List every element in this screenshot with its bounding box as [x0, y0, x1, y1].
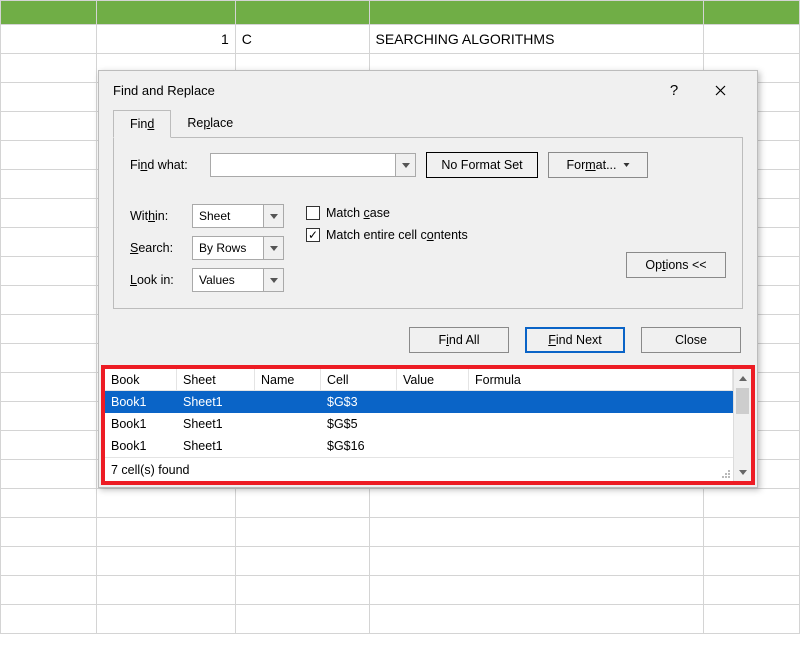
find-next-button[interactable]: Find Next	[525, 327, 625, 353]
tab-replace[interactable]: Replace	[171, 110, 249, 138]
results-status: 7 cell(s) found	[105, 457, 733, 481]
tab-find[interactable]: Find	[113, 110, 171, 138]
results-header[interactable]: Book Sheet Name Cell Value Formula	[105, 369, 733, 391]
cell-c2[interactable]: C	[235, 25, 369, 54]
scrollbar-thumb[interactable]	[736, 388, 749, 414]
chevron-down-icon[interactable]	[263, 269, 283, 291]
find-what-input[interactable]	[210, 153, 416, 177]
close-button[interactable]: Close	[641, 327, 741, 353]
within-select[interactable]: Sheet	[192, 204, 284, 228]
scroll-up-icon[interactable]	[734, 369, 751, 387]
col-cell[interactable]: Cell	[321, 369, 397, 390]
col-sheet[interactable]: Sheet	[177, 369, 255, 390]
col-book[interactable]: Book	[105, 369, 177, 390]
chevron-down-icon[interactable]	[263, 205, 283, 227]
find-all-button[interactable]: Find All	[409, 327, 509, 353]
match-entire-label: Match entire cell contents	[326, 228, 468, 242]
find-replace-dialog: Find and Replace ? Find Replace Find wha…	[98, 70, 758, 488]
match-case-label: Match case	[326, 206, 390, 220]
find-what-dropdown-icon[interactable]	[395, 154, 415, 176]
within-label: Within:	[130, 209, 182, 223]
find-what-label: Find what:	[130, 158, 200, 172]
results-panel: Book Sheet Name Cell Value Formula Book1…	[101, 365, 755, 485]
format-button[interactable]: Format...	[548, 152, 648, 178]
results-row[interactable]: Book1 Sheet1 $G$3	[105, 391, 733, 413]
resize-grip-icon[interactable]	[719, 467, 731, 479]
results-row[interactable]: Book1 Sheet1 $G$5	[105, 413, 733, 435]
options-button[interactable]: Options <<	[626, 252, 726, 278]
col-value[interactable]: Value	[397, 369, 469, 390]
help-button[interactable]: ?	[651, 71, 697, 109]
dialog-titlebar[interactable]: Find and Replace ?	[99, 71, 757, 109]
lookin-label: Look in:	[130, 273, 182, 287]
results-row[interactable]: Book1 Sheet1 $G$16	[105, 435, 733, 457]
match-case-checkbox[interactable]	[306, 206, 320, 220]
lookin-select[interactable]: Values	[192, 268, 284, 292]
chevron-down-icon[interactable]	[263, 237, 283, 259]
search-select[interactable]: By Rows	[192, 236, 284, 260]
dialog-body: Find what: No Format Set Format... Withi…	[113, 137, 743, 309]
close-icon[interactable]	[697, 71, 743, 109]
results-scrollbar[interactable]	[733, 369, 751, 481]
col-name[interactable]: Name	[255, 369, 321, 390]
no-format-button[interactable]: No Format Set	[426, 152, 538, 178]
chevron-down-icon	[623, 163, 630, 167]
match-entire-checkbox[interactable]	[306, 228, 320, 242]
cell-d2[interactable]: SEARCHING ALGORITHMS	[369, 25, 703, 54]
scroll-down-icon[interactable]	[734, 463, 751, 481]
cell-b2[interactable]: 1	[97, 25, 236, 54]
col-formula[interactable]: Formula	[469, 369, 733, 390]
search-label: Search:	[130, 241, 182, 255]
dialog-title: Find and Replace	[113, 83, 651, 98]
